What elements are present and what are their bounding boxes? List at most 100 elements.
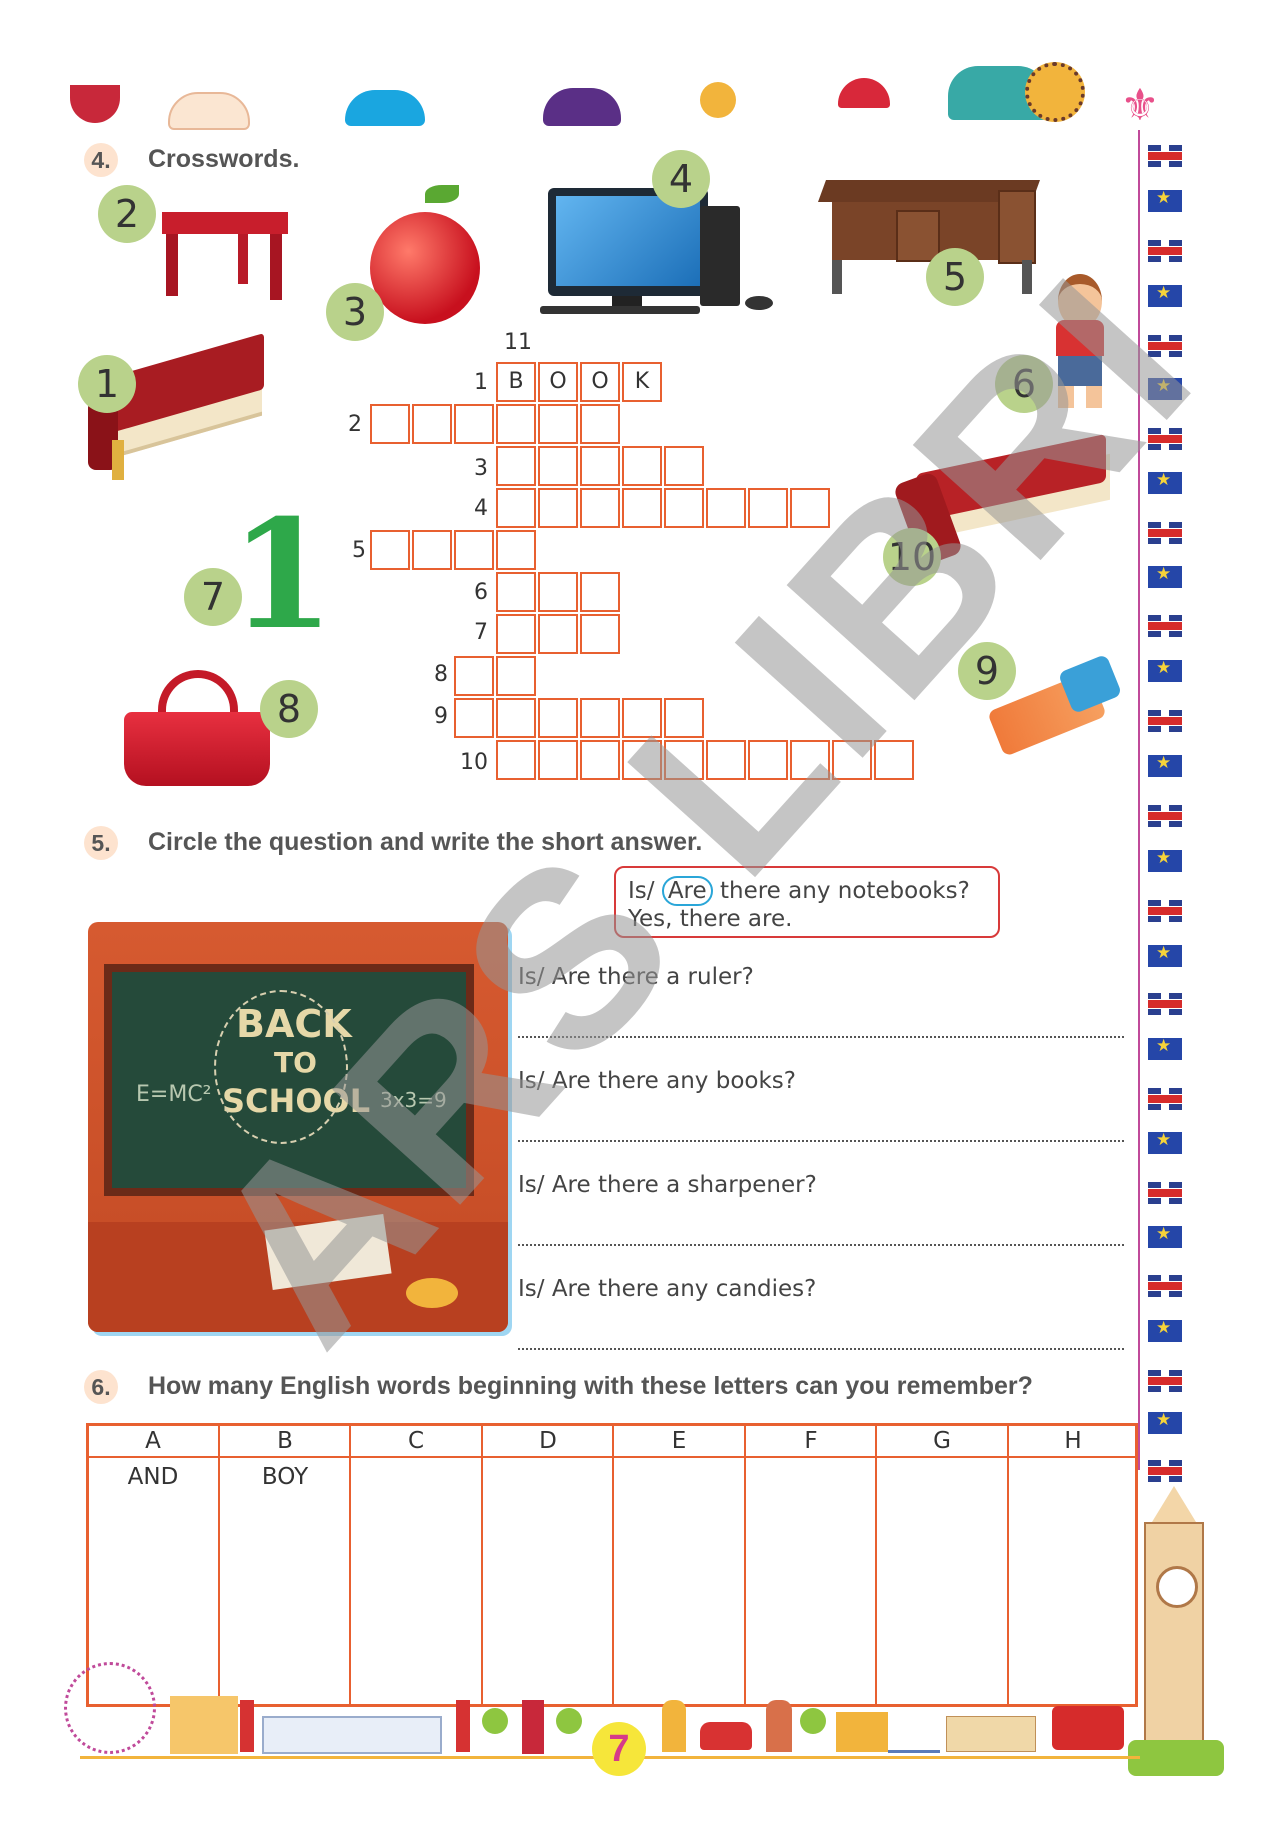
- column-header-a: A: [145, 1428, 161, 1454]
- crossword-cell[interactable]: [538, 488, 578, 528]
- crossword-cell[interactable]: [874, 740, 914, 780]
- answer-line-3[interactable]: [518, 1244, 1124, 1246]
- answer-cell-g[interactable]: [877, 1464, 1007, 1664]
- crossword-cell[interactable]: [580, 488, 620, 528]
- answer-cell-e[interactable]: [614, 1464, 744, 1664]
- crossword-cell[interactable]: B: [496, 362, 536, 402]
- crossword-cell[interactable]: [496, 404, 536, 444]
- crossword-cell[interactable]: [538, 740, 578, 780]
- crossword-row-number: 9: [434, 704, 448, 729]
- crossword-cell[interactable]: [370, 404, 410, 444]
- column-header-f: F: [804, 1428, 818, 1454]
- column-header-g: G: [933, 1428, 951, 1454]
- crossword-cell[interactable]: [664, 740, 704, 780]
- uk-flag-icon: [1148, 615, 1182, 637]
- crossword-cell[interactable]: [496, 740, 536, 780]
- crossword-cell[interactable]: [496, 488, 536, 528]
- answer-cell-b[interactable]: BOY: [220, 1464, 350, 1490]
- crossword-cell[interactable]: [790, 488, 830, 528]
- crossword-cell[interactable]: [748, 488, 788, 528]
- picture-badge-8: 8: [260, 680, 318, 738]
- crossword-cell[interactable]: [580, 446, 620, 486]
- crossword-cell[interactable]: [664, 446, 704, 486]
- eu-flag-icon: [1148, 470, 1182, 494]
- building-icon: [170, 1696, 238, 1754]
- crossword-cell[interactable]: O: [580, 362, 620, 402]
- answer-cell-d[interactable]: [483, 1464, 613, 1664]
- crossword-cell[interactable]: [454, 530, 494, 570]
- crossword-cell[interactable]: [580, 614, 620, 654]
- eu-flag-icon: [1148, 1130, 1182, 1154]
- man-icon: [766, 1700, 792, 1752]
- answer-line-2[interactable]: [518, 1140, 1124, 1142]
- answer-line-1[interactable]: [518, 1036, 1124, 1038]
- crossword-row-number: 10: [460, 750, 488, 775]
- crossword-cell[interactable]: [454, 656, 494, 696]
- crossword-cell[interactable]: [454, 404, 494, 444]
- crossword-cell[interactable]: [370, 530, 410, 570]
- answer-cell-h[interactable]: [1009, 1464, 1137, 1664]
- guard-icon: [240, 1700, 254, 1752]
- crossword-cell[interactable]: [790, 740, 830, 780]
- crossword-row-number: 1: [474, 370, 488, 395]
- crossword-cell[interactable]: [538, 404, 578, 444]
- crossword-cell[interactable]: [496, 530, 536, 570]
- column-header-h: H: [1064, 1428, 1082, 1454]
- crossword-cell[interactable]: [496, 572, 536, 612]
- crossword-cell[interactable]: [496, 656, 536, 696]
- crossword-cell[interactable]: [622, 488, 662, 528]
- crossword-cell[interactable]: [538, 698, 578, 738]
- uk-flag-icon: [1148, 1182, 1182, 1204]
- crossword-cell[interactable]: [580, 404, 620, 444]
- uk-flag-icon: [1148, 1370, 1182, 1392]
- cloud-icon: [168, 92, 250, 130]
- answer-cell-a[interactable]: AND: [88, 1464, 218, 1490]
- crossword-cell[interactable]: [580, 698, 620, 738]
- border-line: [1138, 130, 1140, 1470]
- crossword-cell[interactable]: [496, 614, 536, 654]
- crossword-cell[interactable]: [706, 488, 746, 528]
- apple-leaf-icon: [425, 185, 459, 203]
- answer-cell-f[interactable]: [746, 1464, 876, 1664]
- crossword-cell[interactable]: [664, 698, 704, 738]
- crossword-cell[interactable]: [538, 572, 578, 612]
- crossword-cell[interactable]: [496, 698, 536, 738]
- exercise-4-title: Crosswords.: [148, 145, 300, 173]
- column-header-d: D: [539, 1428, 557, 1454]
- crossword-cell[interactable]: [622, 740, 662, 780]
- crossword-cell[interactable]: [832, 740, 872, 780]
- chalkboard-formula: E=MC²: [136, 1082, 212, 1107]
- eu-flag-icon: [1148, 1410, 1182, 1434]
- car-icon: [700, 1722, 752, 1750]
- eu-flag-icon: [1148, 283, 1182, 307]
- man-icon: [662, 1700, 686, 1752]
- example-rest: there any notebooks?: [719, 878, 970, 904]
- eu-flag-icon: [1148, 1036, 1182, 1060]
- crossword-cell[interactable]: [412, 404, 452, 444]
- crossword-cell[interactable]: [622, 446, 662, 486]
- answer-line-4[interactable]: [518, 1348, 1124, 1350]
- crossword-cell[interactable]: K: [622, 362, 662, 402]
- uk-flag-icon: [1148, 428, 1182, 450]
- example-question: Is/ Are there any notebooks?: [628, 876, 970, 906]
- uk-flag-icon: [1148, 522, 1182, 544]
- crossword-cell[interactable]: [538, 446, 578, 486]
- crossword-cell[interactable]: [538, 614, 578, 654]
- umbrella-icon: [838, 78, 890, 108]
- crossword-cell[interactable]: [748, 740, 788, 780]
- crossword-cell[interactable]: [580, 572, 620, 612]
- crossword-cell[interactable]: [622, 698, 662, 738]
- crossword-cell[interactable]: [496, 446, 536, 486]
- picture-badge-9: 9: [958, 642, 1016, 700]
- crossword-cell[interactable]: [412, 530, 452, 570]
- example-is: Is/: [628, 878, 655, 904]
- fleur-ornament-icon: ⚜: [1120, 80, 1160, 131]
- eu-flag-icon: [1148, 564, 1182, 588]
- crossword-cell[interactable]: [580, 740, 620, 780]
- crossword-cell[interactable]: [454, 698, 494, 738]
- answer-cell-c[interactable]: [351, 1464, 481, 1664]
- crossword-cell[interactable]: O: [538, 362, 578, 402]
- crossword-cell[interactable]: [706, 740, 746, 780]
- crossword-cell[interactable]: [664, 488, 704, 528]
- question-4: Is/ Are there any candies?: [518, 1276, 817, 1302]
